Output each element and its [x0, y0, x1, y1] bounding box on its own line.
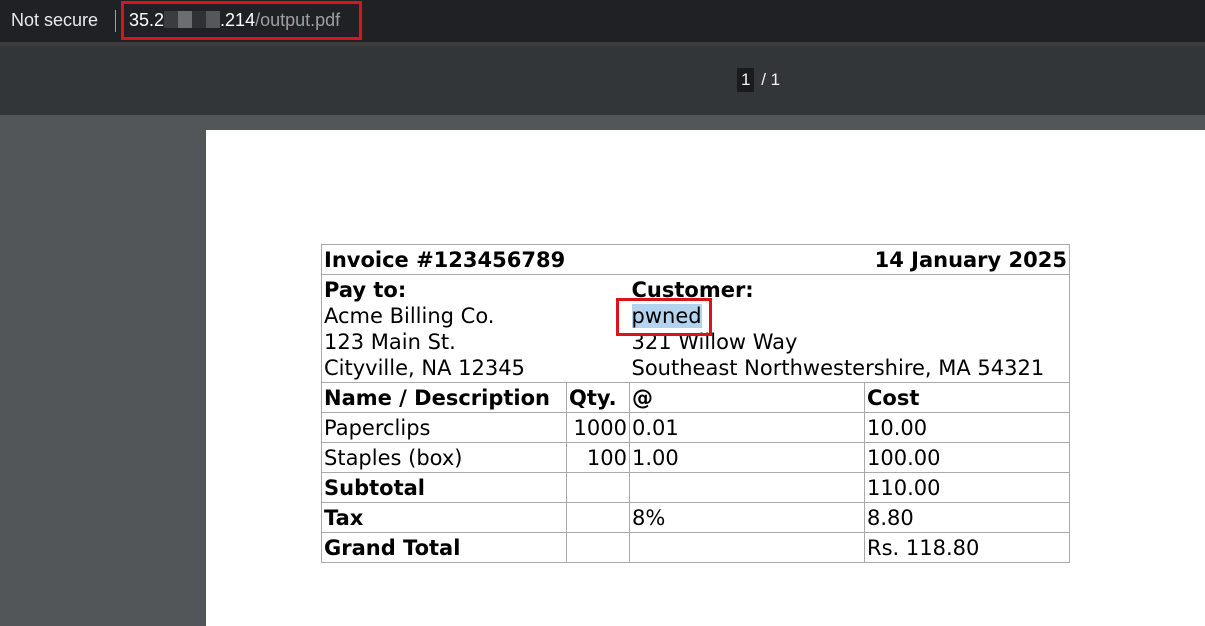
- item-price: 0.01: [629, 412, 865, 443]
- url-highlight-box: [121, 1, 362, 40]
- browser-address-bar[interactable]: Not secure 35.2.214/output.pdf: [0, 0, 1205, 42]
- subtotal-row: Subtotal 110.00: [321, 472, 1070, 503]
- subtotal-label: Subtotal: [321, 472, 567, 503]
- empty-cell: [566, 502, 630, 533]
- subtotal-value: 110.00: [864, 472, 1070, 503]
- security-indicator[interactable]: Not secure: [11, 10, 98, 31]
- customer-city: Southeast Northwestershire, MA 54321: [631, 356, 1045, 380]
- customer-name-highlight-box: [616, 298, 712, 336]
- column-header-row: Name / Description Qty. @ Cost: [321, 382, 1070, 413]
- pay-to-section: Pay to: Acme Billing Co. 123 Main St. Ci…: [321, 274, 630, 383]
- pdf-viewer[interactable]: Invoice #123456789 14 January 2025 Pay t…: [0, 115, 1205, 626]
- pdf-page: Invoice #123456789 14 January 2025 Pay t…: [206, 130, 1205, 626]
- empty-cell: [629, 472, 865, 503]
- pay-to-street: 123 Main St.: [324, 330, 456, 354]
- column-header-name: Name / Description: [321, 382, 567, 413]
- current-page-input[interactable]: 1: [737, 68, 755, 92]
- item-cost: 100.00: [864, 442, 1070, 473]
- tax-label: Tax: [321, 502, 567, 533]
- column-header-qty: Qty.: [566, 382, 630, 413]
- item-name: Staples (box): [321, 442, 567, 473]
- empty-cell: [629, 532, 865, 563]
- pay-to-city: Cityville, NA 12345: [324, 356, 525, 380]
- column-header-cost: Cost: [864, 382, 1070, 413]
- invoice-date: 14 January 2025: [864, 244, 1070, 275]
- empty-cell: [566, 532, 630, 563]
- pay-to-heading: Pay to:: [324, 278, 407, 302]
- pay-to-name: Acme Billing Co.: [324, 304, 495, 328]
- total-pages: 1: [770, 70, 781, 89]
- pdf-toolbar: 1 / 1: [0, 46, 1205, 115]
- item-price: 1.00: [629, 442, 865, 473]
- invoice-table: Invoice #123456789 14 January 2025 Pay t…: [321, 244, 1070, 563]
- invoice-number: Invoice #123456789: [321, 244, 865, 275]
- page-indicator: 1 / 1: [737, 68, 780, 92]
- table-row: Paperclips 1000 0.01 10.00: [321, 412, 1070, 443]
- tax-rate: 8%: [629, 502, 865, 533]
- item-name: Paperclips: [321, 412, 567, 443]
- grand-total-row: Grand Total Rs. 118.80: [321, 532, 1070, 563]
- grand-total-label: Grand Total: [321, 532, 567, 563]
- url-divider: [115, 10, 116, 32]
- grand-total-value: Rs. 118.80: [864, 532, 1070, 563]
- item-cost: 10.00: [864, 412, 1070, 443]
- column-header-price: @: [629, 382, 865, 413]
- item-qty: 100: [566, 442, 630, 473]
- tax-value: 8.80: [864, 502, 1070, 533]
- tax-row: Tax 8% 8.80: [321, 502, 1070, 533]
- table-row: Staples (box) 100 1.00 100.00: [321, 442, 1070, 473]
- item-qty: 1000: [566, 412, 630, 443]
- empty-cell: [566, 472, 630, 503]
- page-separator: /: [761, 70, 766, 89]
